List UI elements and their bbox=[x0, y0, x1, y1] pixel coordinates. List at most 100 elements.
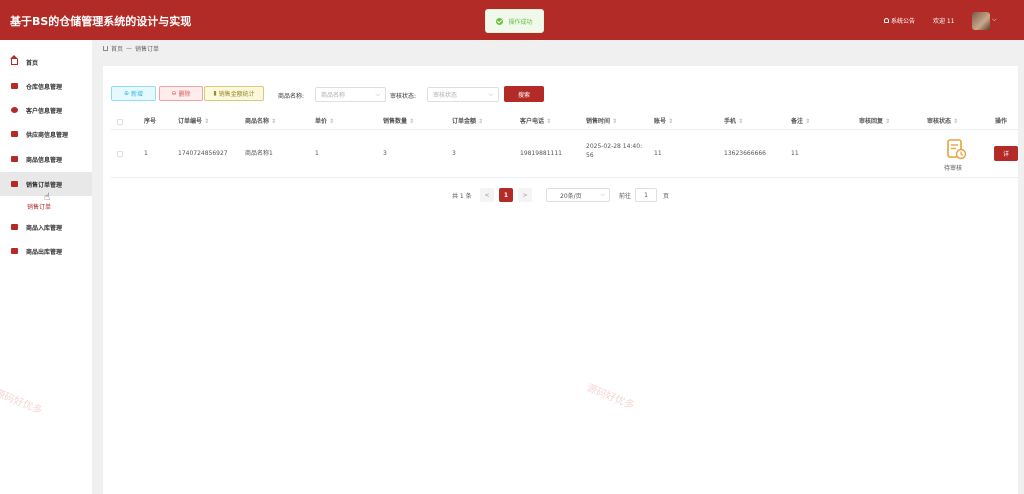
sidebar-item-customer[interactable]: 客户信息管理 bbox=[0, 98, 92, 122]
column-header[interactable]: 账号 ⇕ bbox=[654, 117, 673, 126]
column-header[interactable]: 商品名称 ⇕ bbox=[245, 117, 276, 126]
column-header[interactable]: 订单金额 ⇕ bbox=[452, 117, 483, 126]
page-unit-label: 页 bbox=[663, 193, 670, 200]
main-content: ⊕ 新增 ⊖ 删除 ▮ 销售金额统计 商品名称: 商品名称 ⌵ 审核状态: 审核… bbox=[103, 66, 1018, 494]
cell-time-line2: 56 bbox=[586, 152, 594, 159]
prev-page-button[interactable]: < bbox=[480, 188, 494, 202]
goods-name-select[interactable]: 商品名称 ⌵ bbox=[315, 87, 386, 102]
breadcrumb-home[interactable]: 首页 bbox=[111, 44, 123, 53]
avatar[interactable] bbox=[972, 12, 990, 30]
detail-button[interactable]: 详 bbox=[994, 146, 1018, 161]
sort-icon: ⇕ bbox=[953, 118, 959, 125]
cell-phone: 19819881111 bbox=[520, 150, 562, 157]
sort-icon: ⇕ bbox=[805, 118, 811, 125]
sidebar-item-label: 商品信息管理 bbox=[26, 156, 63, 164]
sidebar-item-label: 仓库信息管理 bbox=[26, 83, 63, 91]
toast-text: 操作成功 bbox=[508, 18, 533, 26]
cell-quantity: 3 bbox=[383, 150, 387, 157]
breadcrumb-current: 销售订单 bbox=[135, 46, 160, 53]
cell-time: 2025-02-28 14:40: 56 bbox=[586, 142, 642, 160]
cell-goods-name: 商品名称1 bbox=[245, 150, 273, 157]
hand-cursor-icon: ☝ bbox=[44, 192, 51, 203]
delete-button-label: 删除 bbox=[178, 91, 191, 98]
pagination: 共 1 条 < 1 > 20条/页 ⌵ 前往 1 页 bbox=[103, 188, 1018, 202]
chevron-down-icon: ⌵ bbox=[375, 91, 380, 98]
column-header[interactable]: 手机 ⇕ bbox=[724, 117, 743, 126]
add-button-label: 新增 bbox=[131, 91, 144, 98]
supplier-icon bbox=[11, 131, 18, 137]
page-number-button[interactable]: 1 bbox=[499, 188, 513, 202]
success-toast: 操作成功 bbox=[485, 9, 544, 33]
sidebar-item-label: 销售订单管理 bbox=[26, 181, 63, 189]
sort-icon: ⇕ bbox=[409, 118, 415, 125]
warehouse-icon bbox=[11, 83, 18, 89]
sidebar-item-goods[interactable]: 商品信息管理 bbox=[0, 147, 92, 171]
column-header[interactable]: 审核状态 ⇕ bbox=[927, 117, 958, 126]
welcome-text: 欢迎 11 bbox=[933, 18, 955, 25]
column-header[interactable]: 序号 bbox=[144, 117, 156, 126]
column-header[interactable]: 备注 ⇕ bbox=[791, 117, 810, 126]
system-notice-link[interactable]: 系统公告 bbox=[884, 16, 915, 25]
plus-icon: ⊕ bbox=[123, 90, 129, 97]
delete-button[interactable]: ⊖ 删除 bbox=[159, 86, 203, 101]
table-row[interactable]: 1 1740724856927 商品名称1 1 3 3 19819881111 … bbox=[111, 132, 1018, 178]
sidebar: 首页 仓库信息管理 客户信息管理 供应商信息管理 商品信息管理 销售订单管理 销… bbox=[0, 40, 92, 494]
chevron-down-icon: ⌵ bbox=[488, 91, 493, 98]
select-all-checkbox[interactable] bbox=[117, 119, 123, 125]
sort-icon: ⇕ bbox=[204, 118, 210, 125]
search-button[interactable]: 搜索 bbox=[504, 86, 544, 102]
goods-name-label: 商品名称: bbox=[278, 93, 305, 100]
home-icon bbox=[10, 55, 18, 65]
cell-order-no: 1740724856927 bbox=[178, 150, 228, 157]
page-size-value: 20条/页 bbox=[560, 192, 582, 200]
sort-icon: ⇕ bbox=[885, 118, 891, 125]
sales-stat-button-label: 销售金额统计 bbox=[218, 91, 255, 98]
outbound-icon bbox=[11, 248, 18, 254]
customer-icon bbox=[11, 107, 18, 113]
sort-icon: ⇕ bbox=[612, 118, 618, 125]
status-placeholder: 审核状态 bbox=[433, 92, 458, 99]
status-select[interactable]: 审核状态 ⌵ bbox=[427, 87, 499, 102]
sidebar-item-label: 供应商信息管理 bbox=[26, 131, 69, 139]
column-header[interactable]: 销售数量 ⇕ bbox=[383, 117, 414, 126]
column-header[interactable]: 客户电话 ⇕ bbox=[520, 117, 551, 126]
sidebar-item-label: 商品出库管理 bbox=[26, 248, 63, 256]
goods-icon bbox=[11, 156, 18, 162]
sort-icon: ⇕ bbox=[478, 118, 484, 125]
column-header[interactable]: 单价 ⇕ bbox=[315, 117, 334, 126]
sidebar-item-label: 商品入库管理 bbox=[26, 224, 63, 232]
top-bar: 基于BS的仓储管理系统的设计与实现 操作成功 系统公告 欢迎 11 ⌵ bbox=[0, 0, 1024, 40]
add-button[interactable]: ⊕ 新增 bbox=[111, 86, 156, 101]
home-icon bbox=[103, 46, 108, 51]
sidebar-item-inbound[interactable]: 商品入库管理 bbox=[0, 215, 92, 239]
sidebar-item-outbound[interactable]: 商品出库管理 bbox=[0, 239, 92, 263]
chevron-down-icon[interactable]: ⌵ bbox=[992, 16, 997, 24]
column-header[interactable]: 销售时间 ⇕ bbox=[586, 117, 617, 126]
cell-amount: 3 bbox=[452, 150, 456, 157]
status-badge: 待审核 bbox=[944, 165, 963, 172]
check-circle-icon bbox=[496, 17, 504, 25]
bar-chart-icon: ▮ bbox=[213, 90, 217, 97]
goto-label: 前往 bbox=[619, 193, 632, 200]
sort-icon: ⇕ bbox=[546, 118, 552, 125]
app-title: 基于BS的仓储管理系统的设计与实现 bbox=[10, 15, 192, 28]
status-filter-label: 审核状态: bbox=[390, 93, 417, 100]
sidebar-item-supplier[interactable]: 供应商信息管理 bbox=[0, 122, 92, 146]
table-header-row: 序号 订单编号 ⇕ 商品名称 ⇕ 单价 ⇕ 销售数量 ⇕ 订单金额 ⇕ 客户电话 ⇕ 销售时… bbox=[111, 113, 1018, 130]
sales-stat-button[interactable]: ▮ 销售金额统计 bbox=[204, 86, 264, 101]
next-page-button[interactable]: > bbox=[518, 188, 532, 202]
goto-page-input[interactable]: 1 bbox=[635, 188, 657, 202]
column-header[interactable]: 审核回复 ⇕ bbox=[859, 117, 890, 126]
delete-icon: ⊖ bbox=[171, 90, 177, 97]
sidebar-item-label: 首页 bbox=[26, 59, 39, 67]
page-size-select[interactable]: 20条/页 ⌵ bbox=[546, 188, 610, 202]
pagination-total: 共 1 条 bbox=[452, 193, 472, 200]
cell-time-line1: 2025-02-28 14:40: bbox=[586, 143, 643, 150]
row-checkbox[interactable] bbox=[117, 151, 123, 157]
bell-icon bbox=[884, 18, 889, 23]
goods-name-placeholder: 商品名称 bbox=[321, 92, 346, 99]
sidebar-item-home[interactable]: 首页 bbox=[0, 50, 92, 74]
sidebar-item-warehouse[interactable]: 仓库信息管理 bbox=[0, 74, 92, 98]
column-header[interactable]: 订单编号 ⇕ bbox=[178, 117, 209, 126]
inbound-icon bbox=[11, 224, 18, 230]
